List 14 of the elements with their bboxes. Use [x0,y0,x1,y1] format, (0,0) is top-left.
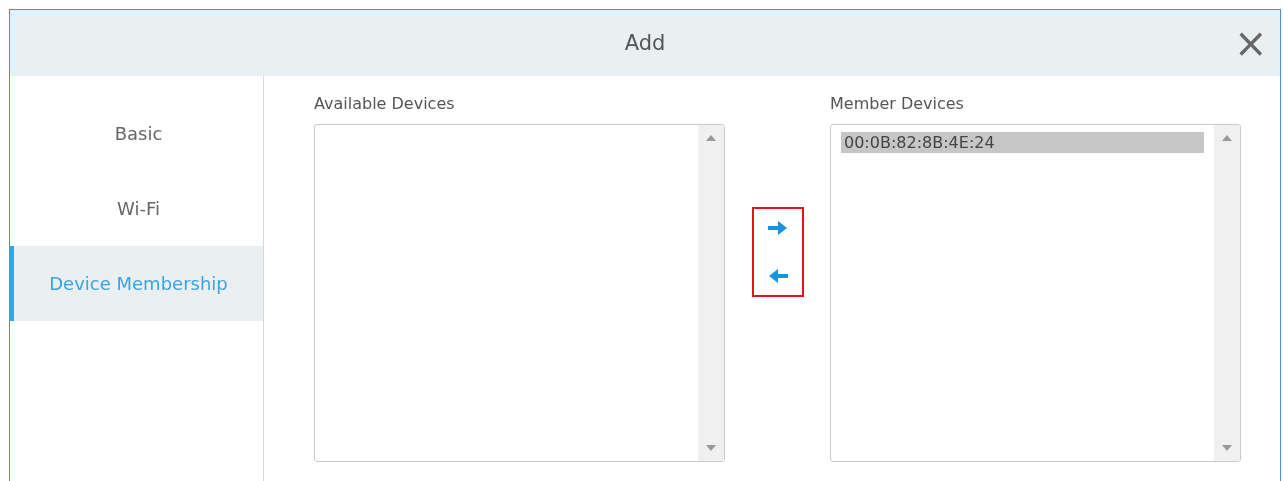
sidebar-tab[interactable]: Basic [10,96,263,171]
device-item[interactable]: 00:0B:82:8B:4E:24 [841,132,1204,153]
scroll-down-icon[interactable] [706,445,716,451]
dialog-title: Add [624,31,666,55]
close-button[interactable]: × [1234,28,1264,58]
scroll-up-icon[interactable] [706,135,716,141]
scrollbar[interactable] [698,125,724,461]
device-listbox[interactable]: 00:0B:82:8B:4E:24 [830,124,1241,462]
scroll-up-icon[interactable] [1222,135,1232,141]
list-label: Available Devices [314,94,456,115]
list-label: Member Devices [830,94,965,115]
scrollbar[interactable] [1214,125,1240,461]
sidebar-tab[interactable]: Wi-Fi [10,171,263,246]
scroll-down-icon[interactable] [1222,445,1232,451]
